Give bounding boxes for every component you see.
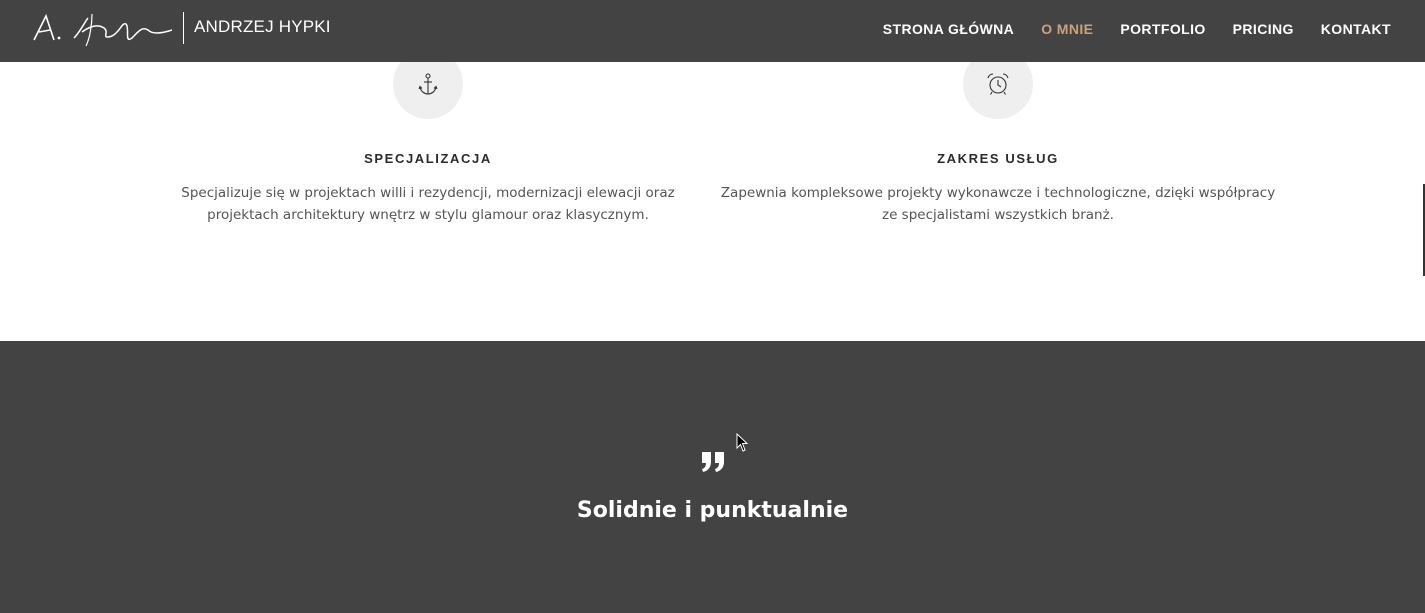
feature-text-line: Zapewnia kompleksowe projekty wykonawcze… [720,185,1276,201]
testimonial-section: Solidnie i punktualnie [0,341,1425,613]
anchor-icon [418,73,438,95]
mouse-cursor-icon [736,433,749,452]
feature-title: SPECJALIZACJA [364,151,492,166]
features-section: SPECJALIZACJA Specjalizuje się w projekt… [0,49,1425,341]
feature-text-line: Specjalizuje się w projektach willi i re… [181,185,675,201]
nav-item-o-mnie[interactable]: O MNIE [1041,21,1093,37]
site-header: ANDRZEJ HYPKI STRONA GŁÓWNA O MNIE PORTF… [0,0,1425,62]
feature-title: ZAKRES USŁUG [937,151,1059,166]
logo-divider [183,12,184,44]
nav-item-portfolio[interactable]: PORTFOLIO [1120,21,1205,37]
logo-signature[interactable] [32,10,174,48]
nav-item-strona-glowna[interactable]: STRONA GŁÓWNA [883,21,1014,37]
logo-text[interactable]: ANDRZEJ HYPKI [194,17,331,37]
feature-text-line: ze specjalistami wszystkich branż. [882,207,1114,223]
quote-icon [702,452,724,472]
testimonial-text: Solidnie i punktualnie [576,498,849,523]
feature-description: Zapewnia kompleksowe projekty wykonawcze… [713,182,1283,226]
feature-description: Specjalizuje się w projektach willi i re… [173,182,683,226]
main-nav: STRONA GŁÓWNA O MNIE PORTFOLIO PRICING K… [856,21,1391,37]
alarm-clock-icon [987,73,1009,95]
nav-item-kontakt[interactable]: KONTAKT [1321,21,1391,37]
feature-text-line: projektach architektury wnętrz w stylu g… [207,207,649,223]
nav-item-pricing[interactable]: PRICING [1233,21,1294,37]
